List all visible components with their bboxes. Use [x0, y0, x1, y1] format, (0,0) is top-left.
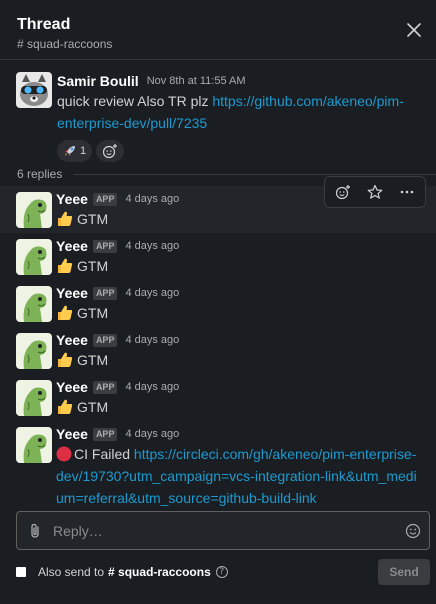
app-badge: APP [92, 333, 118, 347]
app-badge: APP [92, 380, 118, 394]
avatar[interactable] [16, 286, 52, 322]
replies-divider [74, 174, 436, 175]
timestamp[interactable]: 4 days ago [125, 190, 179, 208]
add-emoji-icon [335, 185, 350, 200]
send-button[interactable]: Send [378, 559, 430, 585]
timestamp[interactable]: 4 days ago [125, 237, 179, 255]
app-badge: APP [92, 427, 118, 441]
thumbs-up-icon [58, 211, 73, 226]
dino-avatar-icon [16, 286, 52, 322]
emoji-icon [405, 523, 421, 538]
thumbs-up-icon [58, 305, 73, 320]
save-action[interactable] [359, 178, 391, 206]
message-body: GTM [77, 352, 109, 368]
author-name[interactable]: Yeee [56, 237, 88, 255]
message-actions [324, 176, 426, 208]
reactions: 1 [57, 140, 419, 162]
avatar[interactable] [16, 239, 52, 275]
timestamp[interactable]: 4 days ago [125, 284, 179, 302]
thumbs-up-icon [58, 258, 73, 273]
message-body: GTM [77, 399, 109, 415]
timestamp[interactable]: Nov 8th at 11:55 AM [147, 72, 246, 90]
thumbs-up-icon [58, 352, 73, 367]
author-name[interactable]: Yeee [56, 190, 88, 208]
message-text: GTM [56, 349, 436, 371]
also-send-label: Also send to # squad-raccoons [38, 565, 211, 579]
attach-button[interactable] [17, 513, 53, 549]
message-text: GTM [56, 302, 436, 324]
avatar[interactable] [16, 333, 52, 369]
author-name[interactable]: Samir Boulil [57, 72, 139, 90]
reply-input[interactable] [53, 522, 397, 539]
message-body: quick review Also TR plz [57, 93, 213, 109]
app-badge: APP [92, 192, 118, 206]
add-emoji-icon [103, 144, 118, 159]
also-send-channel: # squad-raccoons [108, 565, 211, 579]
dino-avatar-icon [16, 380, 52, 416]
also-send-text: Also send to [38, 565, 105, 579]
rocket-icon [65, 146, 75, 156]
reaction-rocket[interactable]: 1 [57, 140, 93, 162]
thumbs-up-icon [58, 399, 73, 414]
author-name[interactable]: Yeee [56, 284, 88, 302]
add-reaction-action[interactable] [327, 178, 359, 206]
dino-avatar-icon [16, 239, 52, 275]
avatar[interactable] [16, 192, 52, 228]
star-icon [367, 184, 383, 199]
paperclip-icon [31, 523, 39, 538]
message-text: GTM [56, 396, 436, 418]
add-reaction-button[interactable] [96, 140, 125, 162]
message-text: CI Failed https://circleci.com/gh/akeneo… [56, 443, 436, 509]
author-name[interactable]: Yeee [56, 425, 88, 443]
app-badge: APP [92, 286, 118, 300]
reply-message[interactable]: Yeee APP 4 days ago GTM [0, 176, 436, 233]
reply-message[interactable]: Yeee APP 4 days ago GTM [0, 374, 436, 421]
timestamp[interactable]: 4 days ago [125, 331, 179, 349]
message-body: GTM [77, 211, 109, 227]
reply-composer [16, 511, 430, 550]
message-body: GTM [77, 305, 109, 321]
avatar[interactable] [16, 427, 52, 463]
parent-message: Samir Boulil Nov 8th at 11:55 AM quick r… [0, 60, 436, 162]
close-icon[interactable] [406, 22, 422, 38]
more-actions[interactable] [391, 178, 423, 206]
avatar[interactable] [16, 380, 52, 416]
replies-count: 6 replies [17, 167, 63, 181]
emoji-button[interactable] [397, 515, 429, 547]
dino-avatar-icon [16, 333, 52, 369]
reply-message[interactable]: Yeee APP 4 days ago GTM [0, 327, 436, 374]
message-body: GTM [77, 258, 109, 274]
message-body: CI Failed [74, 446, 134, 462]
message-text: GTM [56, 255, 436, 277]
avatar[interactable] [16, 72, 52, 108]
thread-channel[interactable]: # squad-raccoons [17, 37, 419, 51]
timestamp[interactable]: 4 days ago [125, 378, 179, 396]
dino-avatar-icon [16, 192, 52, 228]
thread-title: Thread [17, 16, 71, 33]
app-badge: APP [92, 239, 118, 253]
thread-header: Thread # squad-raccoons [0, 0, 436, 60]
timestamp[interactable]: 4 days ago [125, 425, 179, 443]
reply-message[interactable]: Yeee APP 4 days ago GTM [0, 233, 436, 280]
composer-footer: Also send to # squad-raccoons ? Send [16, 558, 430, 586]
more-icon [400, 190, 414, 194]
message-text: GTM [56, 208, 436, 230]
reply-message[interactable]: Yeee APP 4 days ago GTM [0, 280, 436, 327]
also-send-checkbox[interactable] [16, 567, 26, 577]
author-name[interactable]: Yeee [56, 331, 88, 349]
author-name[interactable]: Yeee [56, 378, 88, 396]
raccoon-avatar-icon [16, 72, 52, 108]
message-text: quick review Also TR plz https://github.… [57, 90, 419, 134]
dino-avatar-icon [16, 427, 52, 463]
reply-message[interactable]: Yeee APP 4 days ago CI Failed https://ci… [0, 421, 436, 506]
red-circle-icon [56, 446, 72, 462]
help-icon[interactable]: ? [215, 566, 228, 578]
reaction-count: 1 [80, 145, 87, 157]
